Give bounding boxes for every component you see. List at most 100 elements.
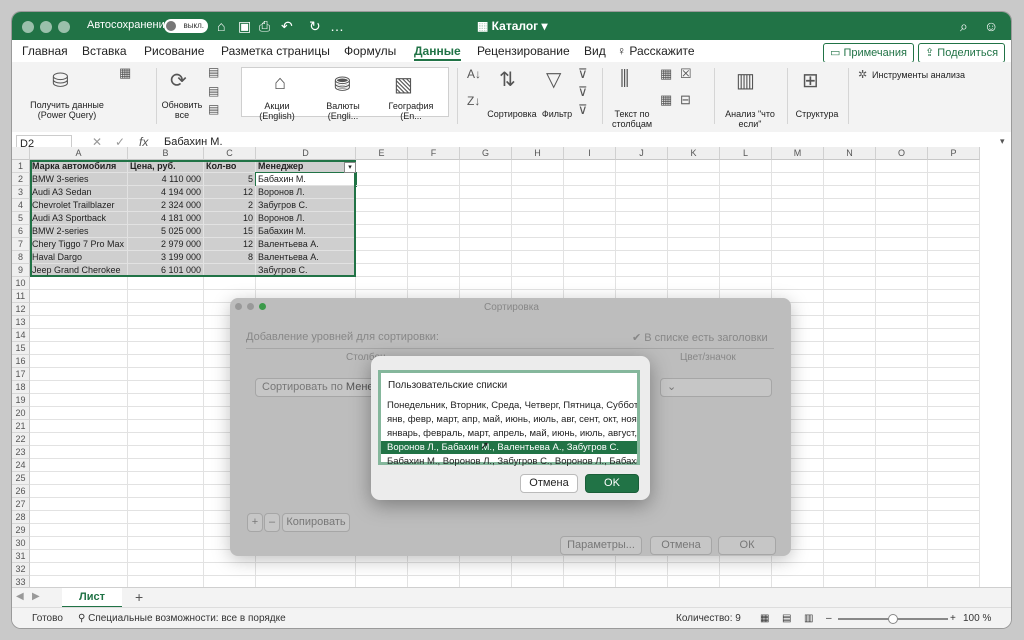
empty-cell[interactable]	[928, 407, 980, 420]
empty-cell[interactable]	[30, 550, 128, 563]
row-header[interactable]: 31	[12, 550, 30, 563]
row-header[interactable]: 27	[12, 498, 30, 511]
custom-lists-listbox[interactable]: Пользовательские списки Понедельник, Вто…	[378, 370, 640, 467]
data-cell[interactable]: Забугров С.	[256, 264, 356, 277]
empty-cell[interactable]	[876, 199, 928, 212]
comments-button[interactable]: ▭ Примечания	[823, 43, 914, 63]
minimize-window-button[interactable]	[40, 21, 52, 33]
header-cell[interactable]: Цена, руб.	[128, 160, 204, 173]
empty-cell[interactable]	[512, 212, 564, 225]
row-header[interactable]: 28	[12, 511, 30, 524]
has-headers-checkbox[interactable]: ✔ В списке есть заголовки	[632, 331, 768, 344]
text-to-columns-icon[interactable]: ⫼	[620, 68, 629, 91]
empty-cell[interactable]	[928, 342, 980, 355]
empty-cell[interactable]	[408, 160, 460, 173]
column-header[interactable]: A	[30, 147, 128, 160]
empty-cell[interactable]	[128, 303, 204, 316]
empty-cell[interactable]	[128, 576, 204, 587]
empty-cell[interactable]	[460, 199, 512, 212]
empty-cell[interactable]	[876, 212, 928, 225]
empty-cell[interactable]	[30, 459, 128, 472]
empty-cell[interactable]	[876, 576, 928, 587]
empty-cell[interactable]	[460, 251, 512, 264]
custom-lists-ok-button[interactable]: OK	[585, 474, 639, 493]
row-header[interactable]: 15	[12, 342, 30, 355]
empty-cell[interactable]	[512, 225, 564, 238]
empty-cell[interactable]	[128, 290, 204, 303]
empty-cell[interactable]	[204, 563, 256, 576]
row-header[interactable]: 12	[12, 303, 30, 316]
data-cell[interactable]: Воронов Л.	[256, 212, 356, 225]
header-cell[interactable]: Менеджер	[256, 160, 356, 173]
empty-cell[interactable]	[564, 277, 616, 290]
row-header[interactable]: 13	[12, 316, 30, 329]
empty-cell[interactable]	[512, 160, 564, 173]
empty-cell[interactable]	[824, 238, 876, 251]
empty-cell[interactable]	[564, 264, 616, 277]
sort-ok-button[interactable]: ОК	[718, 536, 776, 555]
empty-cell[interactable]	[128, 537, 204, 550]
empty-cell[interactable]	[564, 173, 616, 186]
empty-cell[interactable]	[256, 576, 356, 587]
empty-cell[interactable]	[720, 563, 772, 576]
row-header[interactable]: 25	[12, 472, 30, 485]
empty-cell[interactable]	[824, 420, 876, 433]
empty-cell[interactable]	[668, 251, 720, 264]
empty-cell[interactable]	[720, 225, 772, 238]
empty-cell[interactable]	[128, 316, 204, 329]
data-cell[interactable]: 12	[204, 186, 256, 199]
empty-cell[interactable]	[824, 329, 876, 342]
empty-cell[interactable]	[928, 303, 980, 316]
empty-cell[interactable]	[408, 238, 460, 251]
empty-cell[interactable]	[128, 563, 204, 576]
empty-cell[interactable]	[928, 498, 980, 511]
empty-cell[interactable]	[928, 563, 980, 576]
home-icon[interactable]: ⌂	[217, 18, 225, 34]
what-if-button[interactable]: Анализ "что если"	[718, 109, 782, 129]
empty-cell[interactable]	[30, 563, 128, 576]
row-header[interactable]: 9	[12, 264, 30, 277]
sheet-tab-active[interactable]: Лист	[62, 588, 122, 608]
consolidate-icon[interactable]: ⊟	[680, 92, 691, 108]
empty-cell[interactable]	[564, 212, 616, 225]
empty-cell[interactable]	[616, 173, 668, 186]
empty-cell[interactable]	[876, 303, 928, 316]
column-header[interactable]: M	[772, 147, 824, 160]
empty-cell[interactable]	[616, 160, 668, 173]
empty-cell[interactable]	[128, 342, 204, 355]
empty-cell[interactable]	[928, 199, 980, 212]
data-cell[interactable]: 15	[204, 225, 256, 238]
zoom-level[interactable]: 100 %	[963, 613, 991, 624]
empty-cell[interactable]	[616, 251, 668, 264]
empty-cell[interactable]	[408, 199, 460, 212]
empty-cell[interactable]	[30, 433, 128, 446]
data-cell[interactable]: Chevrolet Trailblazer	[30, 199, 128, 212]
data-cell[interactable]: Audi A3 Sportback	[30, 212, 128, 225]
reapply-filter-icon[interactable]: ⊽	[578, 84, 588, 100]
empty-cell[interactable]	[616, 186, 668, 199]
data-cell[interactable]: 12	[204, 238, 256, 251]
empty-cell[interactable]	[356, 212, 408, 225]
empty-cell[interactable]	[876, 225, 928, 238]
row-header[interactable]: 18	[12, 381, 30, 394]
column-header[interactable]: P	[928, 147, 980, 160]
data-cell[interactable]: Chery Tiggo 7 Pro Max	[30, 238, 128, 251]
data-cell[interactable]: Забугров С.	[256, 199, 356, 212]
empty-cell[interactable]	[928, 394, 980, 407]
tell-me[interactable]: ♀ Расскажите	[617, 44, 695, 58]
empty-cell[interactable]	[30, 420, 128, 433]
empty-cell[interactable]	[668, 264, 720, 277]
sort-icon[interactable]: ⇅	[499, 67, 516, 92]
data-cell[interactable]: Бабахин М.	[256, 225, 356, 238]
empty-cell[interactable]	[824, 342, 876, 355]
empty-cell[interactable]	[876, 277, 928, 290]
empty-cell[interactable]	[128, 277, 204, 290]
zoom-in-button[interactable]: +	[950, 613, 956, 624]
queries-icon[interactable]: ▤	[208, 65, 219, 79]
tab-formulas[interactable]: Формулы	[344, 44, 396, 58]
empty-cell[interactable]	[460, 563, 512, 576]
empty-cell[interactable]	[30, 407, 128, 420]
empty-cell[interactable]	[30, 290, 128, 303]
empty-cell[interactable]	[128, 550, 204, 563]
empty-cell[interactable]	[356, 186, 408, 199]
